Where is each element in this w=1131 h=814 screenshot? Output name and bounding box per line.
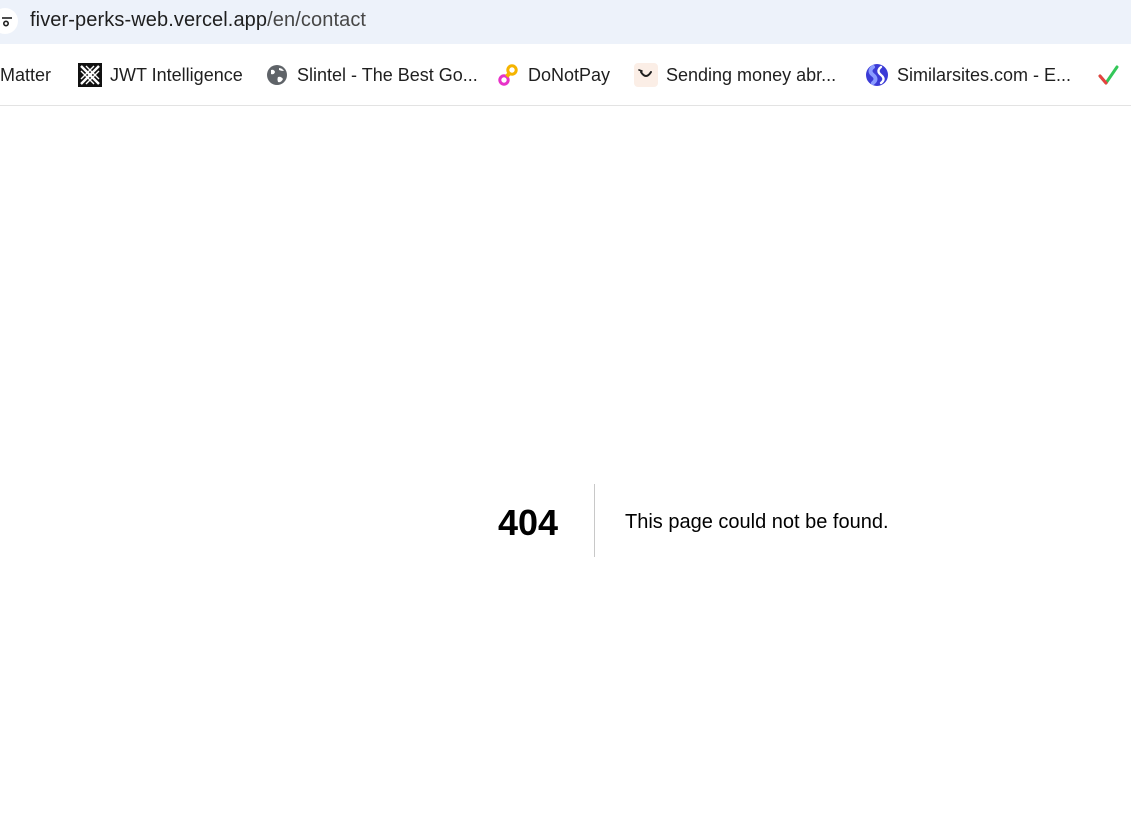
bookmark-sending-money[interactable]: Sending money abr... <box>634 62 836 88</box>
bookmark-donotpay[interactable]: DoNotPay <box>496 62 610 88</box>
bookmark-label: Sending money abr... <box>666 64 837 85</box>
bookmark-label: Slintel - The Best Go... <box>297 64 478 85</box>
browser-toolbar: fiver-perks-web.vercel.app/en/contact <box>0 0 1131 44</box>
bookmark-checkmark[interactable] <box>1096 62 1128 88</box>
bookmark-slintel[interactable]: Slintel - The Best Go... <box>265 62 478 88</box>
url-path: /en/contact <box>267 9 367 31</box>
jwt-logo-icon <box>78 63 102 87</box>
globe-icon <box>265 63 289 87</box>
bookmark-label: JWT Intelligence <box>110 64 243 85</box>
address-bar[interactable]: fiver-perks-web.vercel.app/en/contact <box>30 9 366 32</box>
url-host: fiver-perks-web.vercel.app <box>30 9 268 31</box>
similarsites-logo-icon <box>865 63 889 87</box>
error-message: This page could not be found. <box>625 511 889 533</box>
checkmark-icon <box>1096 63 1120 87</box>
site-info-icon[interactable] <box>0 8 18 34</box>
bookmark-label: DoNotPay <box>528 64 611 85</box>
page-content: 404 This page could not be found. <box>0 106 1131 814</box>
bookmarks-bar: Matter JWT Intelligence Slintel - The Be… <box>0 44 1131 106</box>
bookmark-label: Similarsites.com - E... <box>897 64 1072 85</box>
error-code: 404 <box>498 502 559 543</box>
smile-icon <box>634 63 658 87</box>
donotpay-logo-icon <box>496 63 520 87</box>
bookmark-similarsites[interactable]: Similarsites.com - E... <box>865 62 1071 88</box>
bookmark-jwt-intelligence[interactable]: JWT Intelligence <box>78 62 243 88</box>
error-divider <box>594 484 595 557</box>
bookmark-label: Matter <box>0 64 52 85</box>
bookmark-matter[interactable]: Matter <box>0 62 51 88</box>
